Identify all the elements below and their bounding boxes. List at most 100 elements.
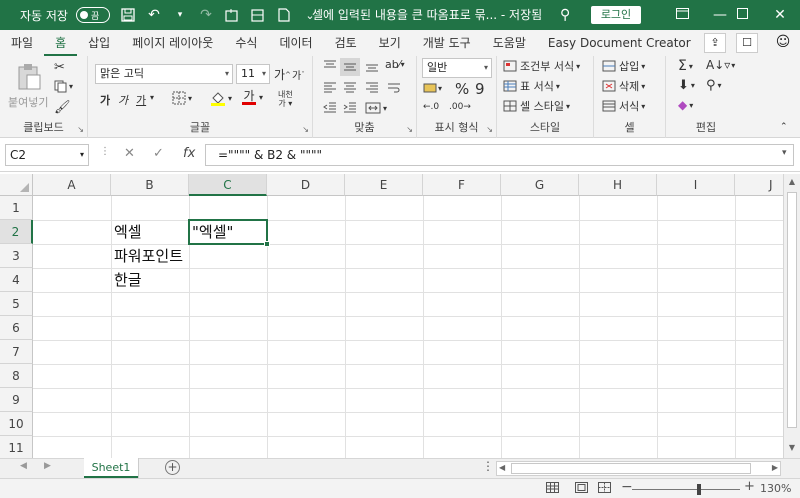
decrease-decimal-icon[interactable]: .00→: [449, 102, 471, 112]
page-layout-view-icon[interactable]: [575, 482, 588, 496]
number-launcher-icon[interactable]: ↘: [486, 125, 493, 134]
borders-icon[interactable]: ▾: [172, 91, 192, 105]
redo-icon[interactable]: ↷: [198, 7, 214, 23]
format-painter-icon[interactable]: 🖌: [54, 100, 71, 115]
comma-style-button[interactable]: 9: [475, 80, 485, 98]
align-left-icon[interactable]: [323, 82, 337, 94]
font-name-select[interactable]: 맑은 고딕 ▾: [95, 64, 233, 84]
row-header-10[interactable]: 10: [0, 412, 33, 436]
login-button[interactable]: 로그인: [591, 6, 641, 24]
expand-formula-bar-icon[interactable]: ▾: [782, 148, 787, 158]
shrink-font-button[interactable]: 가ˇ: [292, 67, 305, 83]
page-break-preview-icon[interactable]: [598, 482, 611, 496]
format-cells-button[interactable]: 서식 ▾: [602, 98, 645, 114]
row-header-4[interactable]: 4: [0, 268, 33, 292]
number-format-select[interactable]: 일반 ▾: [422, 58, 492, 78]
zoom-level[interactable]: 130%: [760, 482, 791, 495]
row-header-1[interactable]: 1: [0, 196, 33, 220]
font-size-select[interactable]: 11 ▾: [236, 64, 270, 84]
cut-icon[interactable]: ✂: [54, 60, 65, 75]
new-icon[interactable]: [224, 7, 240, 23]
paste-button[interactable]: 붙여넣기: [8, 94, 48, 110]
add-sheet-icon[interactable]: +: [165, 460, 180, 475]
share-icon[interactable]: ⇪: [704, 33, 726, 53]
save-icon[interactable]: [120, 7, 136, 23]
autosave-toggle[interactable]: 끔: [75, 7, 110, 23]
tab-home[interactable]: 홈: [44, 30, 78, 56]
fill-handle[interactable]: [264, 241, 270, 247]
row-header-2[interactable]: 2: [0, 220, 33, 244]
close-icon[interactable]: ✕: [760, 0, 800, 30]
row-header-7[interactable]: 7: [0, 340, 33, 364]
merge-center-icon[interactable]: ▾: [365, 102, 387, 114]
tab-view[interactable]: 보기: [368, 30, 412, 56]
column-header-d[interactable]: D: [267, 174, 345, 196]
orientation-icon[interactable]: ab⁄ ▾: [385, 58, 405, 71]
conditional-formatting-button[interactable]: 조건부 서식 ▾: [503, 58, 580, 74]
column-header-f[interactable]: F: [423, 174, 501, 196]
worksheet-grid[interactable]: A B C D E F G H I J 1 2 3 4 5 6 7 8 9 10…: [0, 174, 783, 458]
tab-split-icon[interactable]: ⋮: [482, 459, 494, 473]
sort-filter-icon[interactable]: A↓▿ ▾: [706, 58, 735, 72]
format-as-table-button[interactable]: 표 서식 ▾: [503, 78, 560, 94]
zoom-slider-knob[interactable]: [697, 484, 701, 495]
autosum-icon[interactable]: Σ ▾: [678, 58, 693, 74]
autosave[interactable]: 자동 저장 끔: [20, 7, 110, 24]
tab-file[interactable]: 파일: [0, 30, 44, 56]
previous-sheet-icon[interactable]: ◀: [20, 461, 27, 471]
horizontal-scrollbar[interactable]: ◀ ▶: [496, 461, 781, 476]
top-align-icon[interactable]: [323, 60, 337, 72]
tab-insert[interactable]: 삽입: [77, 30, 121, 56]
percent-style-button[interactable]: %: [455, 80, 469, 98]
underline-button[interactable]: 가: [136, 92, 146, 108]
fill-icon[interactable]: ⬇ ▾: [678, 78, 695, 93]
row-header-8[interactable]: 8: [0, 364, 33, 388]
bottom-align-icon[interactable]: [365, 60, 379, 72]
zoom-out-icon[interactable]: −: [621, 479, 633, 495]
column-header-e[interactable]: E: [345, 174, 423, 196]
smiley-icon[interactable]: ☺: [772, 33, 794, 53]
accounting-format-icon[interactable]: ▾: [423, 82, 442, 94]
row-header-3[interactable]: 3: [0, 244, 33, 268]
tab-data[interactable]: 데이터: [268, 30, 323, 56]
collapse-ribbon-icon[interactable]: ⌃: [780, 122, 788, 132]
search-icon[interactable]: ⚲: [560, 7, 570, 23]
insert-function-button[interactable]: fx: [183, 146, 195, 161]
cell-b2[interactable]: 엑셀: [111, 220, 142, 244]
undo-dropdown-icon[interactable]: ▾: [172, 7, 188, 23]
next-sheet-icon[interactable]: ▶: [44, 461, 51, 471]
decrease-indent-icon[interactable]: [323, 102, 337, 114]
column-header-b[interactable]: B: [111, 174, 189, 196]
align-center-icon[interactable]: [343, 82, 357, 94]
bold-button[interactable]: 가: [100, 92, 110, 108]
form-icon[interactable]: [250, 7, 266, 23]
scroll-down-icon[interactable]: ▼: [784, 440, 800, 456]
column-header-j[interactable]: J: [735, 174, 783, 196]
tab-developer[interactable]: 개발 도구: [412, 30, 482, 56]
scroll-up-icon[interactable]: ▲: [784, 174, 800, 190]
tab-help[interactable]: 도움말: [482, 30, 537, 56]
select-all-button[interactable]: [0, 174, 33, 196]
formula-input[interactable]: ="""" & B2 & """": [205, 144, 794, 166]
ribbon-display-icon[interactable]: [662, 0, 702, 30]
tab-review[interactable]: 검토: [324, 30, 368, 56]
middle-align-icon[interactable]: [340, 58, 360, 76]
column-header-a[interactable]: A: [33, 174, 111, 196]
paste-icon[interactable]: [14, 62, 44, 92]
grow-font-button[interactable]: 가 ^: [274, 66, 291, 83]
font-launcher-icon[interactable]: ↘: [302, 125, 309, 134]
comments-icon[interactable]: ☐: [736, 33, 758, 53]
zoom-slider[interactable]: [632, 489, 740, 490]
tab-formulas[interactable]: 수식: [224, 30, 268, 56]
scroll-right-icon[interactable]: ▶: [772, 463, 778, 472]
find-select-icon[interactable]: ⚲ ▾: [706, 78, 722, 93]
phonetic-button[interactable]: 내천 가 ▾: [278, 90, 293, 108]
horizontal-scroll-thumb[interactable]: [511, 463, 751, 474]
scroll-left-icon[interactable]: ◀: [499, 463, 505, 472]
increase-decimal-icon[interactable]: ←.0: [423, 102, 439, 112]
zoom-in-icon[interactable]: +: [744, 479, 755, 494]
clipboard-launcher-icon[interactable]: ↘: [77, 125, 84, 134]
cancel-icon[interactable]: ✕: [124, 146, 135, 161]
font-color-button[interactable]: 가: [242, 90, 256, 105]
font-color-dropdown-icon[interactable]: ▾: [259, 93, 263, 102]
